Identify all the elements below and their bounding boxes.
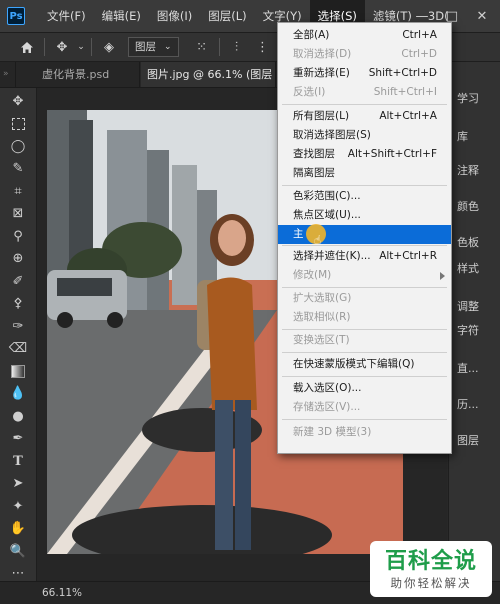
distribute-icon[interactable]: ⋮ bbox=[250, 33, 276, 61]
brush-tool-icon[interactable]: ✐ bbox=[0, 270, 36, 293]
hand-tool-icon[interactable]: ✋ bbox=[0, 518, 36, 541]
menu-image[interactable]: 图像(I) bbox=[149, 0, 200, 32]
align-icon[interactable]: ⫶ bbox=[224, 33, 250, 61]
tab-document-active[interactable]: 图片.jpg @ 66.1% (图层 0 bbox=[141, 62, 276, 87]
close-button[interactable]: ✕ bbox=[468, 0, 496, 32]
chevron-down-icon: ⌄ bbox=[164, 42, 172, 52]
auto-select-value: 图层 bbox=[135, 41, 156, 53]
panel-notes[interactable]: 注释 bbox=[457, 162, 479, 178]
healing-tool-icon[interactable]: ⊕ bbox=[0, 248, 36, 271]
divider bbox=[91, 38, 92, 56]
menu-item-deselect-layers[interactable]: 取消选择图层(S) bbox=[278, 126, 451, 145]
menu-separator bbox=[282, 104, 447, 105]
chevron-down-icon[interactable]: ⌄ bbox=[75, 33, 87, 61]
menu-edit[interactable]: 编辑(E) bbox=[94, 0, 149, 32]
menu-layer[interactable]: 图层(L) bbox=[200, 0, 254, 32]
menu-item-find-layers[interactable]: 查找图层 Alt+Shift+Ctrl+F bbox=[278, 145, 451, 164]
marquee-tool-icon[interactable] bbox=[0, 113, 36, 136]
pen-tool-icon[interactable]: ✒ bbox=[0, 428, 36, 451]
panel-adjustments[interactable]: 调整 bbox=[457, 298, 479, 314]
eyedropper-tool-icon[interactable]: ⚲ bbox=[0, 225, 36, 248]
right-panel-dock: 学习 库 注释 颜色 色板 样式 调整 字符 直... 历... 图层 bbox=[448, 62, 500, 581]
tools-panel: ✥ ◯ ✎ ⌗ ⊠ ⚲ ⊕ ✐ ⚴ ✑ ⌫ 💧 ● ✒ T ➤ ✦ ✋ 🔍 ⋯ bbox=[0, 88, 37, 581]
blur-tool-icon[interactable]: 💧 bbox=[0, 383, 36, 406]
menu-separator bbox=[282, 329, 447, 330]
shape-tool-icon[interactable]: ✦ bbox=[0, 495, 36, 518]
menu-separator bbox=[282, 376, 447, 377]
menu-item-select-and-mask[interactable]: 选择并遮住(K)... Alt+Ctrl+R bbox=[278, 247, 451, 266]
panel-swatches[interactable]: 色板 bbox=[457, 234, 479, 250]
home-icon[interactable] bbox=[14, 33, 40, 61]
eraser-tool-icon[interactable]: ⌫ bbox=[0, 338, 36, 361]
menu-separator bbox=[282, 245, 447, 246]
panel-history[interactable]: 历... bbox=[457, 396, 479, 412]
panel-styles[interactable]: 样式 bbox=[457, 260, 479, 276]
panel-character[interactable]: 字符 bbox=[457, 322, 479, 338]
menu-item-save-selection[interactable]: 存储选区(V)... bbox=[278, 398, 451, 417]
transform-controls-icon[interactable]: ⁙ bbox=[189, 33, 215, 61]
menu-item-all-layers[interactable]: 所有图层(L) Alt+Ctrl+A bbox=[278, 107, 451, 126]
history-brush-tool-icon[interactable]: ✑ bbox=[0, 315, 36, 338]
menu-separator bbox=[282, 287, 447, 288]
menu-item-quick-mask[interactable]: 在快速蒙版模式下编辑(Q) bbox=[278, 355, 451, 374]
move-icon[interactable]: ✥ bbox=[49, 33, 75, 61]
menu-item-load-selection[interactable]: 载入选区(O)... bbox=[278, 379, 451, 398]
panel-layers[interactable]: 图层 bbox=[457, 432, 479, 448]
crop-tool-icon[interactable]: ⌗ bbox=[0, 180, 36, 203]
menu-item-new-3d-model[interactable]: 新建 3D 模型(3) bbox=[278, 423, 451, 442]
watermark-title: 百科全说 bbox=[384, 549, 477, 574]
watermark-logo: 百科全说 助你轻松解决 bbox=[370, 541, 492, 597]
panel-libraries[interactable]: 库 bbox=[457, 128, 468, 144]
watermark-subtitle: 助你轻松解决 bbox=[390, 576, 472, 590]
menu-item-transform-selection[interactable]: 变换选区(T) bbox=[278, 331, 451, 350]
divider bbox=[44, 38, 45, 56]
divider bbox=[218, 38, 220, 56]
submenu-arrow-icon bbox=[440, 272, 445, 280]
stamp-tool-icon[interactable]: ⚴ bbox=[0, 293, 36, 316]
menu-item-grow[interactable]: 扩大选取(G) bbox=[278, 289, 451, 308]
menu-item-focus-area[interactable]: 焦点区域(U)... bbox=[278, 206, 451, 225]
photoshop-logo: Ps bbox=[7, 7, 25, 25]
menu-item-reselect[interactable]: 重新选择(E) Shift+Ctrl+D bbox=[278, 64, 451, 83]
menu-separator bbox=[282, 185, 447, 186]
collapse-icon[interactable]: » bbox=[0, 62, 16, 87]
menu-item-isolate-layers[interactable]: 隔离图层 bbox=[278, 164, 451, 183]
menu-item-modify[interactable]: 修改(M) bbox=[278, 266, 451, 285]
panel-color[interactable]: 颜色 bbox=[457, 198, 479, 214]
menu-item-inverse[interactable]: 反选(I) Shift+Ctrl+I bbox=[278, 83, 451, 102]
menu-separator bbox=[282, 419, 447, 420]
dodge-tool-icon[interactable]: ● bbox=[0, 405, 36, 428]
quick-select-tool-icon[interactable]: ✎ bbox=[0, 158, 36, 181]
zoom-tool-icon[interactable]: 🔍 bbox=[0, 540, 36, 563]
path-select-tool-icon[interactable]: ➤ bbox=[0, 473, 36, 496]
menu-item-similar[interactable]: 选取相似(R) bbox=[278, 308, 451, 327]
menu-separator bbox=[282, 352, 447, 353]
lasso-tool-icon[interactable]: ◯ bbox=[0, 135, 36, 158]
frame-tool-icon[interactable]: ⊠ bbox=[0, 203, 36, 226]
gradient-tool-icon[interactable] bbox=[0, 360, 36, 383]
menu-item-all[interactable]: 全部(A) Ctrl+A bbox=[278, 26, 451, 45]
menu-file[interactable]: 文件(F) bbox=[39, 0, 94, 32]
auto-select-dropdown[interactable]: 图层 ⌄ bbox=[128, 37, 179, 57]
select-menu-dropdown: 全部(A) Ctrl+A 取消选择(D) Ctrl+D 重新选择(E) Shift+C… bbox=[277, 22, 452, 454]
layers-icon[interactable]: ◈ bbox=[96, 33, 122, 61]
zoom-level[interactable]: 66.11% bbox=[42, 587, 82, 599]
menu-item-deselect[interactable]: 取消选择(D) Ctrl+D bbox=[278, 45, 451, 64]
panel-learn[interactable]: 学习 bbox=[457, 90, 479, 106]
move-tool-icon[interactable]: ✥ bbox=[0, 90, 36, 113]
type-tool-icon[interactable]: T bbox=[0, 450, 36, 473]
panel-histogram[interactable]: 直... bbox=[457, 360, 479, 376]
menu-item-subject[interactable]: 主 ☝ bbox=[278, 224, 451, 247]
menu-item-color-range[interactable]: 色彩范围(C)... bbox=[278, 187, 451, 206]
tab-document[interactable]: 虚化背景.psd bbox=[36, 62, 140, 87]
